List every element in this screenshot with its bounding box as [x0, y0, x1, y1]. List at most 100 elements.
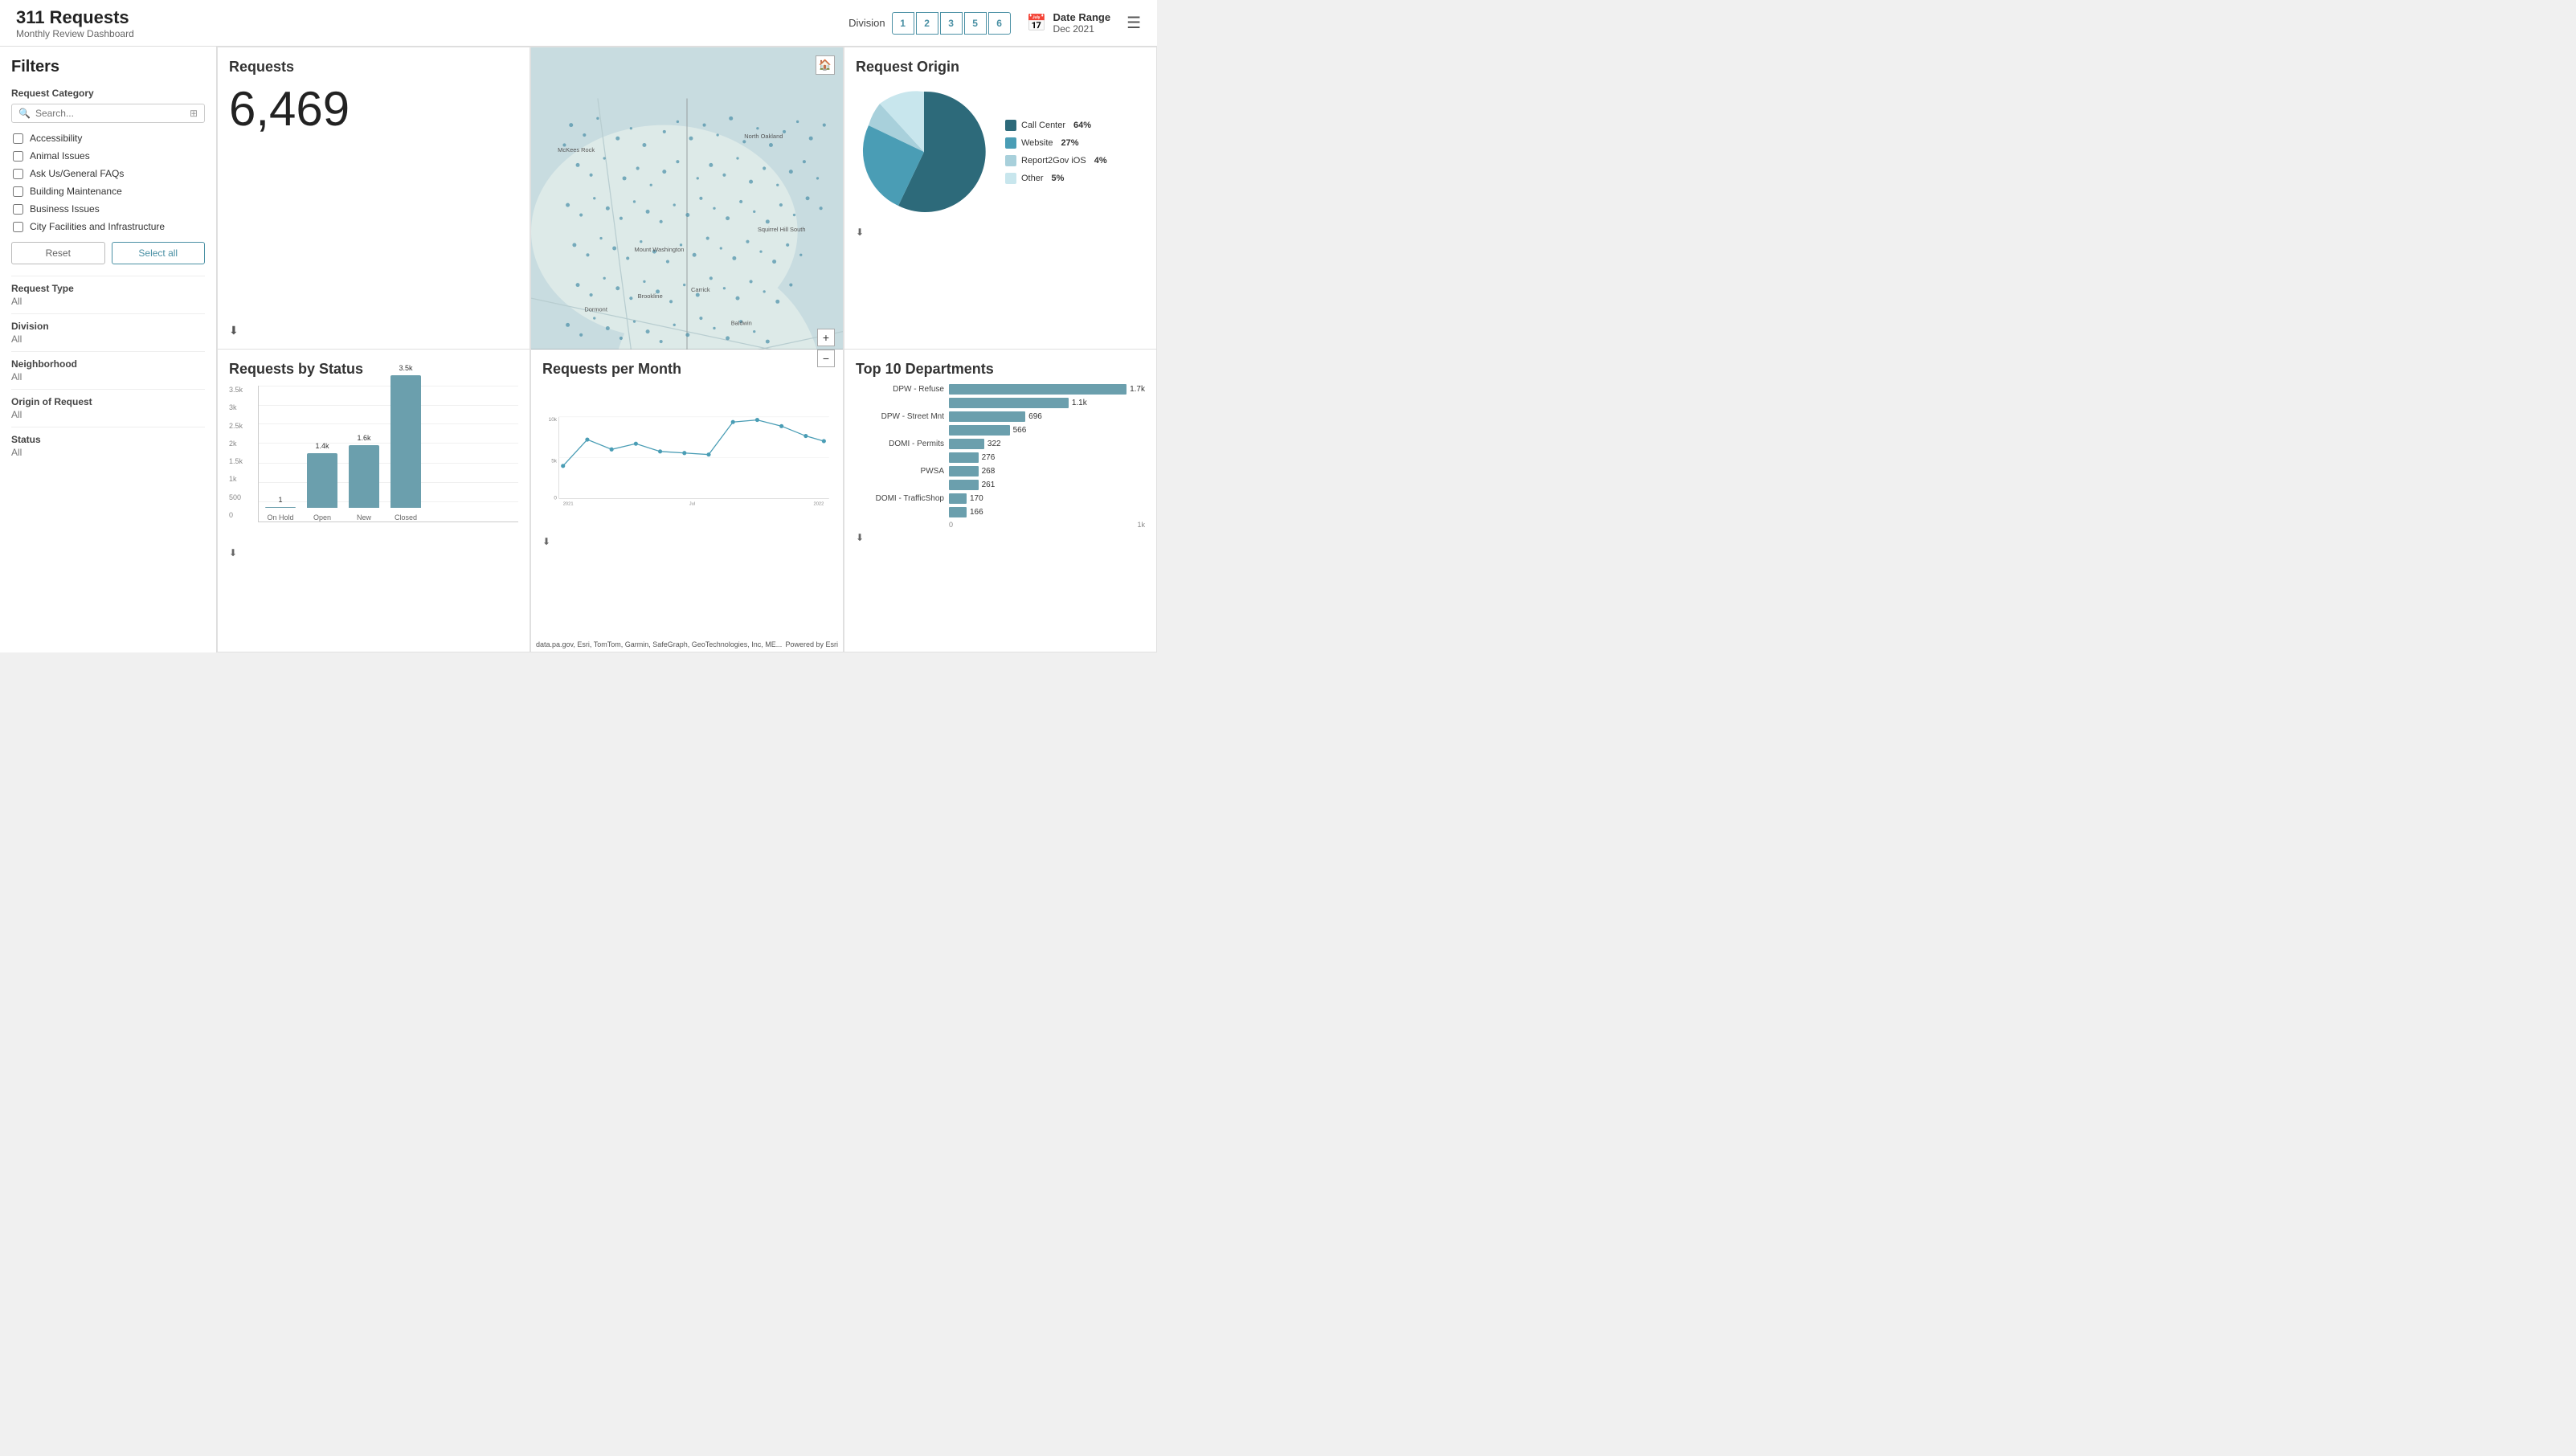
- dept-row-2: 1.1k: [856, 398, 1145, 408]
- request-type-label: Request Type: [11, 283, 205, 294]
- category-label: Accessibility: [30, 133, 82, 144]
- status-filter-row: Status All: [11, 427, 205, 464]
- division-btn-2[interactable]: 2: [916, 12, 938, 35]
- select-all-button[interactable]: Select all: [112, 242, 206, 264]
- download-icon-top10[interactable]: ⬇: [856, 532, 1145, 543]
- dept-row-8: 261: [856, 480, 1145, 490]
- checkbox-accessibility[interactable]: [13, 133, 23, 144]
- dept-bar-6: [949, 452, 979, 463]
- line-dot-12: [822, 439, 826, 443]
- origin-content: Call Center 64% Website 27% Report2Gov i…: [856, 84, 1145, 220]
- map-label-mtwashington: Mount Washington: [635, 246, 685, 253]
- line-dot-6: [682, 451, 686, 455]
- bar-rect-on-hold: [265, 507, 296, 508]
- category-label: City Facilities and Infrastructure: [30, 221, 165, 232]
- legend-website: Website 27%: [1005, 137, 1107, 149]
- category-building-maintenance[interactable]: Building Maintenance: [11, 182, 205, 200]
- content-grid: Requests 6,469 ⬇ Requests by Status 3.5k…: [217, 47, 1157, 652]
- dept-row-domi-permits: DOMI - Permits 322: [856, 439, 1145, 449]
- x-axis-1k: 1k: [1137, 521, 1145, 529]
- header: 311 Requests Monthly Review Dashboard Di…: [0, 0, 1157, 47]
- map-attribution: data.pa.gov, Esri, TomTom, Garmin, SafeG…: [536, 640, 782, 648]
- y-label-1000: 1k: [229, 475, 258, 483]
- header-controls: Division 1 2 3 5 6 📅 Date Range Dec 2021…: [848, 11, 1141, 35]
- line-dot-11: [803, 434, 808, 438]
- category-city-facilities[interactable]: City Facilities and Infrastructure: [11, 218, 205, 235]
- status-label: Status: [11, 434, 205, 445]
- hamburger-icon[interactable]: ☰: [1126, 13, 1141, 33]
- dept-name-dpw-street: DPW - Street Mnt: [856, 412, 944, 421]
- checkbox-ask-us[interactable]: [13, 169, 23, 179]
- bar-new: 1.6k New: [349, 445, 379, 521]
- svg-text:2022: 2022: [814, 502, 824, 507]
- request-type-filter: Request Type All: [11, 276, 205, 313]
- checkbox-city-facilities[interactable]: [13, 222, 23, 232]
- reset-button[interactable]: Reset: [11, 242, 105, 264]
- legend-pct-other: 5%: [1052, 174, 1065, 183]
- y-label-3500: 3.5k: [229, 386, 258, 394]
- checkbox-building-maintenance[interactable]: [13, 186, 23, 197]
- map-zoom-out[interactable]: −: [817, 350, 835, 367]
- category-business-issues[interactable]: Business Issues: [11, 200, 205, 218]
- line-dot-8: [731, 420, 735, 424]
- svg-text:2021: 2021: [563, 502, 574, 507]
- dept-value-2: 1.1k: [1072, 399, 1087, 407]
- bar-xlabel-on-hold: On Hold: [267, 513, 293, 521]
- main-layout: Filters Request Category 🔍 ⊞ Accessibili…: [0, 47, 1157, 652]
- legend-dot-website: [1005, 137, 1016, 149]
- download-icon-requests[interactable]: ⬇: [229, 324, 518, 337]
- category-animal-issues[interactable]: Animal Issues: [11, 147, 205, 165]
- svg-text:Jul: Jul: [689, 502, 695, 507]
- origin-title: Request Origin: [856, 59, 1145, 76]
- legend-label-callcenter: Call Center: [1021, 121, 1065, 130]
- app-subtitle: Monthly Review Dashboard: [16, 28, 134, 39]
- top10-panel: Top 10 Departments DPW - Refuse 1.7k: [844, 350, 1157, 652]
- checkbox-animal-issues[interactable]: [13, 151, 23, 162]
- category-accessibility[interactable]: Accessibility: [11, 129, 205, 147]
- dept-bar-dpw-street: [949, 411, 1025, 422]
- legend-pct-website: 27%: [1061, 138, 1079, 148]
- map-zoom-in[interactable]: +: [817, 329, 835, 346]
- origin-value: All: [11, 409, 205, 420]
- dept-bar-pwsa: [949, 466, 979, 476]
- bar-rect-closed: [390, 375, 421, 508]
- division-btn-3[interactable]: 3: [940, 12, 963, 35]
- filter-icon[interactable]: ⊞: [190, 108, 198, 119]
- category-search-box[interactable]: 🔍 ⊞: [11, 104, 205, 123]
- dept-value-4: 566: [1013, 426, 1027, 435]
- division-filter-value: All: [11, 333, 205, 345]
- app-title: 311 Requests: [16, 7, 134, 28]
- download-icon-line[interactable]: ⬇: [542, 536, 550, 547]
- dept-row-4: 566: [856, 425, 1145, 436]
- neighborhood-value: All: [11, 371, 205, 382]
- dept-value-dpw-street: 696: [1028, 412, 1042, 421]
- dept-value-6: 276: [982, 453, 996, 462]
- dept-value-domi-traffic: 170: [970, 494, 983, 503]
- legend-report2gov: Report2Gov iOS 4%: [1005, 155, 1107, 166]
- y-label-3000: 3k: [229, 403, 258, 411]
- category-ask-us[interactable]: Ask Us/General FAQs: [11, 165, 205, 182]
- division-label: Division: [848, 17, 885, 29]
- bar-xlabel-closed: Closed: [395, 513, 417, 521]
- origin-filter-row: Origin of Request All: [11, 389, 205, 427]
- division-btn-5[interactable]: 5: [964, 12, 987, 35]
- line-dot-9: [755, 418, 759, 422]
- line-dot-10: [779, 424, 783, 428]
- download-icon-origin[interactable]: ⬇: [856, 227, 1145, 238]
- line-chart-title: Requests per Month: [542, 361, 832, 378]
- map-home-btn[interactable]: 🏠: [816, 55, 835, 75]
- checkbox-business-issues[interactable]: [13, 204, 23, 215]
- legend-label-website: Website: [1021, 138, 1053, 148]
- download-icon-bar[interactable]: ⬇: [229, 547, 237, 558]
- y-label-0: 0: [229, 511, 258, 519]
- search-input[interactable]: [35, 108, 190, 119]
- top10-title: Top 10 Departments: [856, 361, 1145, 378]
- line-dot-7: [706, 452, 710, 456]
- requests-panel: Requests 6,469 ⬇: [217, 47, 530, 350]
- legend-pct-callcenter: 64%: [1073, 121, 1091, 130]
- legend-other: Other 5%: [1005, 173, 1107, 184]
- division-btn-6[interactable]: 6: [988, 12, 1011, 35]
- filter-actions: Reset Select all: [11, 242, 205, 264]
- division-btn-1[interactable]: 1: [892, 12, 914, 35]
- map-label-carrick: Carrick: [691, 286, 710, 293]
